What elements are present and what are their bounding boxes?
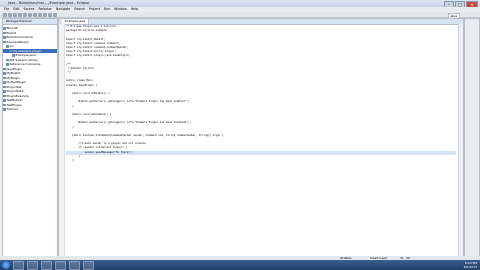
external-tools-icon[interactable] [28, 12, 32, 17]
library-icon [6, 63, 9, 66]
debug-icon[interactable] [18, 12, 22, 17]
project-icon [3, 85, 6, 88]
editor-scrollbar[interactable] [458, 24, 463, 257]
code-area[interactable]: /* Eclipse Plugin pom 2 tutorial package … [66, 25, 456, 163]
project-icon [3, 67, 6, 70]
line-ruler [59, 24, 65, 257]
code-editor: Example.java /* Eclipse Plugin pom 2 tut… [58, 18, 464, 258]
project-tree: BkCraft Bukkit BukkitCommands ExamplePlu… [3, 25, 57, 112]
java-file-icon [12, 54, 15, 57]
project-icon [3, 103, 6, 106]
taskbar-app-icon[interactable] [55, 260, 66, 270]
outline-rail [464, 18, 480, 258]
system-tray: 8:24 PM 3/6/2013 [464, 261, 477, 269]
folder-icon [6, 45, 9, 48]
start-button[interactable] [2, 261, 10, 269]
package-explorer: Package Explorer BkCraft Bukkit BukkitCo… [2, 18, 58, 258]
project-icon [3, 90, 6, 93]
project-icon [3, 81, 6, 84]
library-icon [6, 58, 9, 61]
new-class-icon[interactable] [43, 12, 47, 17]
project-icon [3, 31, 6, 34]
new-icon[interactable] [3, 12, 7, 17]
tree-item-label: Tutorial [6, 107, 18, 111]
windows-taskbar: 8:24 PM 3/6/2013 [0, 260, 480, 270]
project-icon [3, 72, 6, 75]
save-icon[interactable] [8, 12, 12, 17]
new-java-project-icon[interactable] [33, 12, 37, 17]
window-title: Java - Bukkit/src/me/..../Example.java -… [8, 1, 90, 5]
code-line: } [66, 159, 74, 162]
run-icon[interactable] [23, 12, 27, 17]
project-icon [3, 76, 6, 79]
taskbar-ie-icon[interactable] [13, 260, 24, 270]
open-type-icon[interactable] [48, 12, 52, 17]
title-bar: Java - Bukkit/src/me/..../Example.java -… [0, 0, 480, 8]
package-icon [9, 49, 12, 52]
project-icon [3, 40, 6, 43]
tree-item[interactable]: Tutorial [3, 107, 57, 112]
project-icon [3, 99, 6, 102]
search-icon[interactable] [53, 12, 57, 17]
print-icon[interactable] [13, 12, 17, 17]
taskbar-explorer-icon[interactable] [27, 260, 38, 270]
taskbar-app-icon[interactable] [69, 260, 80, 270]
taskbar-media-icon[interactable] [41, 260, 52, 270]
project-icon [3, 27, 6, 30]
editor-tab-example[interactable]: Example.java [62, 19, 90, 24]
project-icon [3, 94, 6, 97]
project-icon [3, 108, 6, 111]
taskbar-eclipse-icon[interactable] [83, 260, 94, 270]
clock-date: 3/6/2013 [463, 265, 477, 269]
project-icon [3, 36, 6, 39]
new-package-icon[interactable] [38, 12, 42, 17]
